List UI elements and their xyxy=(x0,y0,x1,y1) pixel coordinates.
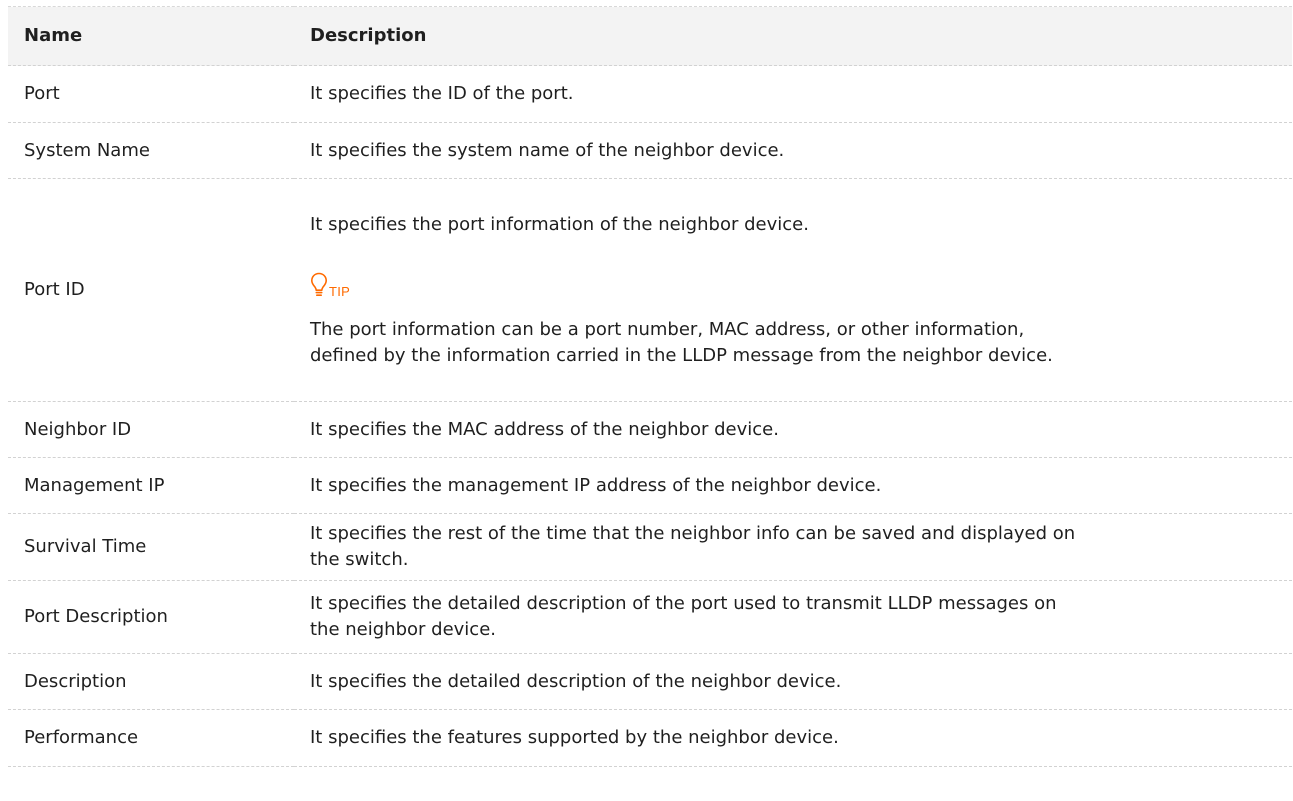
table-row: System Name It specifies the system name… xyxy=(8,122,1292,179)
row-description-cell: It specifies the features supported by t… xyxy=(294,709,1292,767)
lightbulb-icon xyxy=(310,271,328,299)
row-description-cell: It specifies the port information of the… xyxy=(294,178,1292,402)
column-header-name: Name xyxy=(8,6,294,66)
row-description-cell: It specifies the MAC address of the neig… xyxy=(294,401,1292,458)
row-name-cell: Management IP xyxy=(8,457,294,514)
tip-header: TIP xyxy=(310,269,1278,299)
lightbulb-icon-graphic xyxy=(311,272,327,296)
row-name-cell: Performance xyxy=(8,709,294,767)
table-row: Port Description It specifies the detail… xyxy=(8,580,1292,654)
tip-label: TIP xyxy=(329,283,351,299)
row-name-cell: Port xyxy=(8,65,294,123)
tip-text-line: The port information can be a port numbe… xyxy=(310,318,1025,340)
row-description-line: It specifies the detailed description of… xyxy=(310,593,1057,614)
table-row: Survival Time It specifies the rest of t… xyxy=(8,513,1292,581)
row-description-text: It specifies the port information of the… xyxy=(310,213,809,235)
row-name-cell: Description xyxy=(8,653,294,710)
table-row: Description It specifies the detailed de… xyxy=(8,653,1292,710)
table-header-row: Name Description xyxy=(8,6,1292,66)
table-row: Management IP It specifies the managemen… xyxy=(8,457,1292,514)
table-row: Neighbor ID It specifies the MAC address… xyxy=(8,401,1292,458)
row-description-cell: It specifies the system name of the neig… xyxy=(294,122,1292,179)
tip-block: It specifies the port information of the… xyxy=(310,212,1278,369)
table-row: Port It specifies the ID of the port. xyxy=(8,65,1292,123)
row-name-cell: Port ID xyxy=(8,178,294,402)
tip-text-line: defined by the information carried in th… xyxy=(310,344,1053,366)
row-description-cell: It specifies the rest of the time that t… xyxy=(294,513,1292,581)
row-description-line: It specifies the rest of the time that t… xyxy=(310,523,1076,544)
row-description-cell: It specifies the detailed description of… xyxy=(294,653,1292,710)
row-name-cell: Port Description xyxy=(8,580,294,654)
row-description-cell: It specifies the detailed description of… xyxy=(294,580,1292,654)
table-row: Performance It specifies the features su… xyxy=(8,709,1292,767)
row-name-cell: Neighbor ID xyxy=(8,401,294,458)
parameter-table: Name Description Port It specifies the I… xyxy=(8,6,1292,767)
row-description-line: the switch. xyxy=(310,549,409,570)
column-header-description: Description xyxy=(294,6,1292,66)
row-description-cell: It specifies the management IP address o… xyxy=(294,457,1292,514)
row-name-cell: Survival Time xyxy=(8,513,294,581)
row-description-cell: It specifies the ID of the port. xyxy=(294,65,1292,123)
row-name-cell: System Name xyxy=(8,122,294,179)
row-description-line: the neighbor device. xyxy=(310,619,496,640)
table-row: Port ID It specifies the port informatio… xyxy=(8,178,1292,402)
